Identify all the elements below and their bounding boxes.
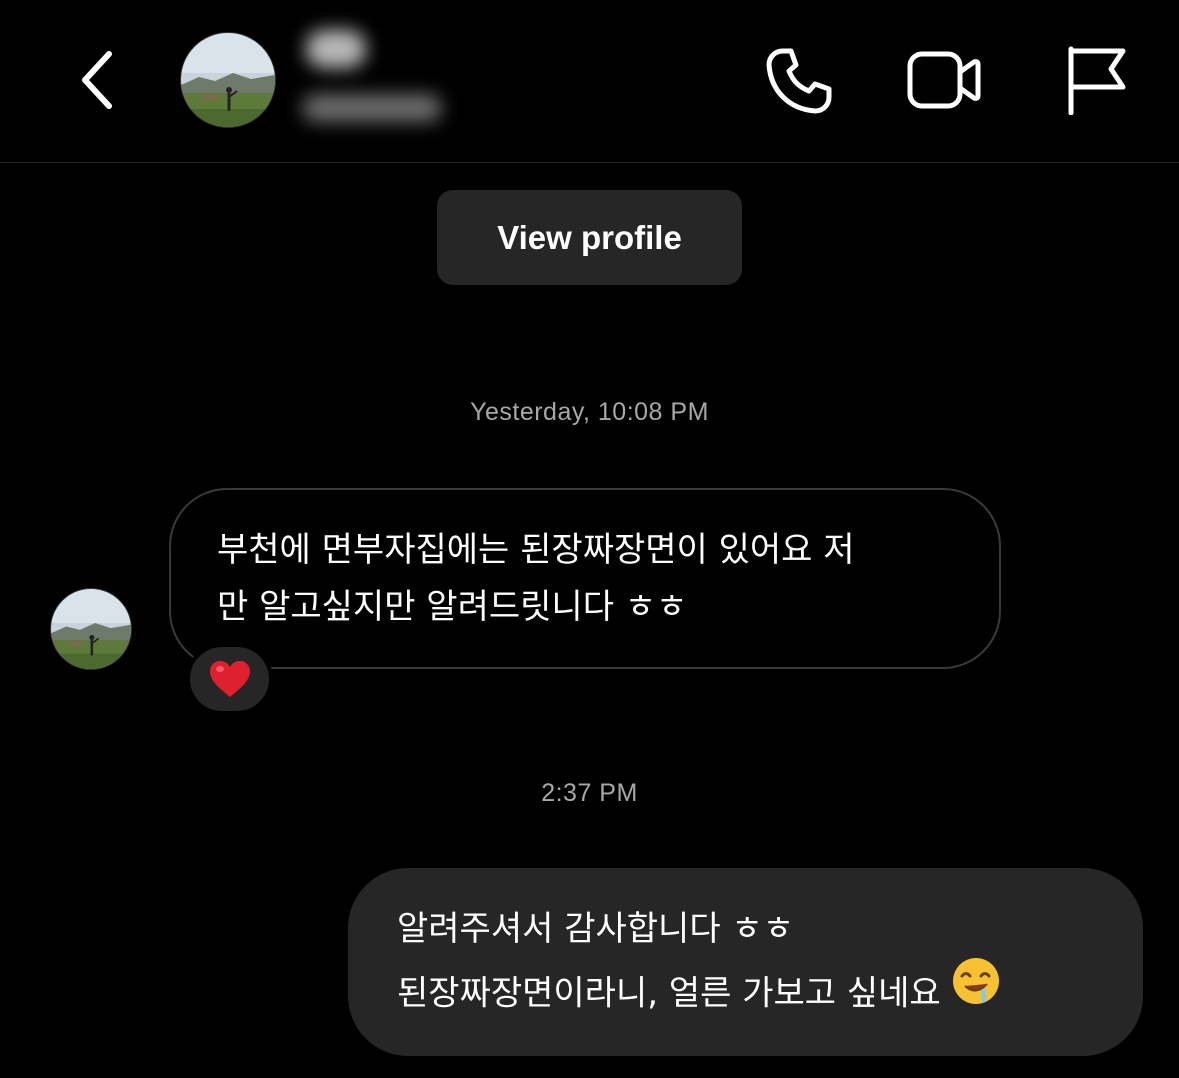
- message-timestamp: 2:37 PM: [541, 779, 638, 807]
- message-text-line: 알려주셔서 감사합니다 ㅎㅎ: [397, 909, 794, 949]
- contact-avatar[interactable]: [180, 32, 276, 128]
- heart-icon: [209, 661, 250, 697]
- back-arrow-icon: [82, 51, 112, 109]
- contact-info[interactable]: [298, 30, 442, 122]
- phone-icon: [766, 48, 832, 114]
- sent-message-bubble[interactable]: 알려주셔서 감사합니다 ㅎㅎ 된장짜장면이라니, 얼른 가보고 싶네요: [348, 868, 1143, 1056]
- view-profile-button[interactable]: View profile: [437, 190, 742, 285]
- message-reaction[interactable]: [186, 643, 273, 715]
- contact-name-redacted: [306, 30, 366, 68]
- message-timestamp: Yesterday, 10:08 PM: [470, 398, 709, 426]
- contact-handle-redacted: [302, 94, 442, 122]
- chat-header: [0, 0, 1179, 163]
- message-text-line: 부천에 면부자집에는 된장짜장면이 있어요 저: [217, 530, 855, 570]
- received-message-bubble[interactable]: 부천에 면부자집에는 된장짜장면이 있어요 저 만 알고싶지만 알려드릿니다 ㅎ…: [169, 488, 1001, 669]
- sender-avatar[interactable]: [50, 588, 132, 670]
- flag-icon: [1068, 46, 1126, 115]
- report-button[interactable]: [1054, 40, 1134, 120]
- message-text: 된장짜장면이라니, 얼른 가보고 싶네요: [397, 973, 941, 1014]
- back-button[interactable]: [62, 40, 132, 120]
- video-call-button[interactable]: [904, 40, 984, 120]
- drooling-face-icon: [951, 956, 1001, 1026]
- message-text-line-2: 된장짜장면이라니, 얼른 가보고 싶네요: [397, 958, 1103, 1030]
- video-icon: [907, 51, 981, 109]
- message-text-line: 만 알고싶지만 알려드릿니다 ㅎㅎ: [217, 587, 688, 627]
- audio-call-button[interactable]: [758, 40, 838, 120]
